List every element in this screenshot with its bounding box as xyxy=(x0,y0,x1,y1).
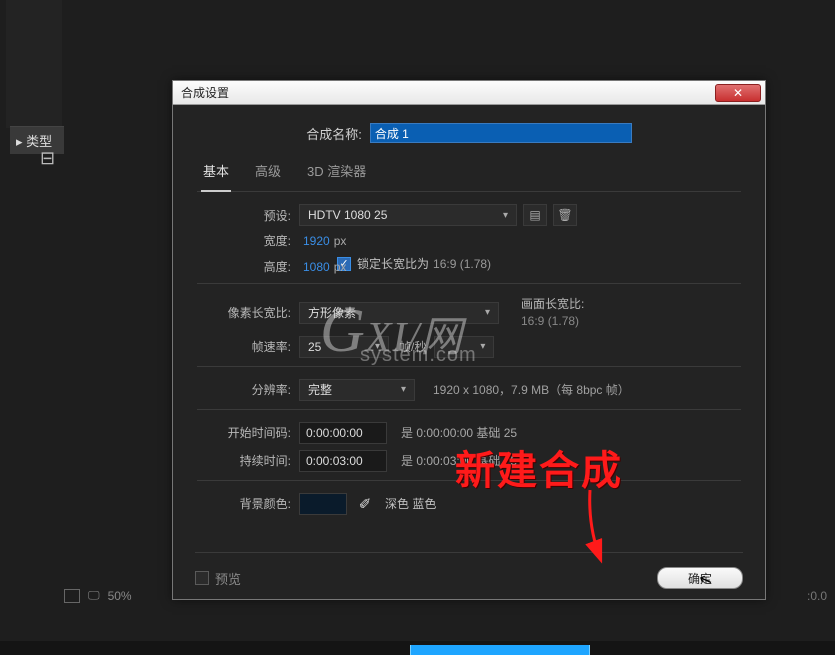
chevron-down-icon: ▾ xyxy=(480,341,485,352)
height-value[interactable]: 1080 xyxy=(303,260,330,274)
dialog-title: 合成设置 xyxy=(177,84,229,101)
column-header-type[interactable]: ▸ 类型 xyxy=(10,126,64,154)
resolution-info: 1920 x 1080，7.9 MB（每 8bpc 帧） xyxy=(433,381,630,398)
height-label: 高度: xyxy=(197,258,299,275)
comp-name-input[interactable] xyxy=(370,123,632,143)
preset-value: HDTV 1080 25 xyxy=(308,208,387,222)
lock-aspect-label: 锁定长宽比为 xyxy=(357,255,429,272)
frame-aspect-info: 画面长宽比: 16:9 (1.78) xyxy=(521,296,584,330)
chevron-down-icon: ▾ xyxy=(401,384,406,395)
lock-aspect-ratio: 16:9 (1.78) xyxy=(433,257,491,271)
resolution-select[interactable]: 完整 ▾ xyxy=(299,379,415,401)
pixel-aspect-select[interactable]: 方形像素 ▾ xyxy=(299,302,499,324)
start-timecode-label: 开始时间码: xyxy=(197,424,299,441)
composition-settings-dialog: 合成设置 ✕ 合成名称: 基本 高级 3D 渲染器 预设: HDTV 1080 … xyxy=(172,80,766,600)
close-icon: ✕ xyxy=(733,86,743,100)
dialog-titlebar[interactable]: 合成设置 ✕ xyxy=(173,81,765,105)
start-timecode-input[interactable] xyxy=(299,422,387,444)
height-unit: px xyxy=(334,260,347,274)
tab-advanced[interactable]: 高级 xyxy=(253,157,283,191)
trash-icon: 🗑 xyxy=(557,208,572,222)
chevron-down-icon: ▾ xyxy=(503,210,508,221)
fps-label: 帧速率: xyxy=(197,338,299,355)
preset-label: 预设: xyxy=(197,207,299,224)
preset-save-button[interactable]: ▤ xyxy=(523,204,547,226)
footer-bar: 🖵 50% xyxy=(64,588,132,603)
fps-unit: 帧/秒 xyxy=(399,338,426,355)
preview-checkbox-row: 预览 xyxy=(195,569,241,588)
tab-bar: 基本 高级 3D 渲染器 xyxy=(197,157,741,192)
fps-dropframe-select[interactable]: ▾ xyxy=(434,336,494,358)
cursor-icon: ↖ xyxy=(696,568,715,591)
bgcolor-name: 深色 蓝色 xyxy=(385,495,436,512)
preview-checkbox[interactable] xyxy=(195,571,209,585)
hierarchy-icon: ⊟ xyxy=(40,148,55,169)
par-label: 像素长宽比: xyxy=(197,304,299,321)
duration-input[interactable] xyxy=(299,450,387,472)
preview-label: 预览 xyxy=(215,569,241,588)
tab-3d-renderer[interactable]: 3D 渲染器 xyxy=(305,157,368,191)
annotation-text: 新建合成 xyxy=(455,438,623,496)
close-button[interactable]: ✕ xyxy=(715,84,761,102)
monitor-icon[interactable]: 🖵 xyxy=(88,588,100,603)
duration-label: 持续时间: xyxy=(197,452,299,469)
bgcolor-label: 背景颜色: xyxy=(197,495,299,512)
bgcolor-swatch[interactable] xyxy=(299,493,347,515)
fps-value: 25 xyxy=(308,340,321,354)
eyedropper-icon[interactable]: ✐ xyxy=(355,495,375,513)
resolution-label: 分辨率: xyxy=(197,381,299,398)
save-preset-icon: ▤ xyxy=(529,208,540,222)
comp-name-label: 合成名称: xyxy=(306,124,362,143)
tab-basic[interactable]: 基本 xyxy=(201,157,231,192)
ok-button[interactable]: 确定 ↖ xyxy=(657,567,743,589)
chevron-down-icon: ▾ xyxy=(485,307,490,318)
preset-select[interactable]: HDTV 1080 25 ▾ xyxy=(299,204,517,226)
resolution-value: 完整 xyxy=(308,381,332,398)
fps-select[interactable]: 25 ▾ xyxy=(299,336,389,358)
toggle-icon[interactable] xyxy=(64,589,80,603)
bg-panel xyxy=(6,0,62,128)
footer-right-value: :0.0 xyxy=(807,589,827,603)
preset-delete-button[interactable]: 🗑 xyxy=(553,204,577,226)
zoom-value[interactable]: 50% xyxy=(108,589,132,603)
chevron-down-icon: ▾ xyxy=(375,341,380,352)
width-unit: px xyxy=(334,234,347,248)
width-value[interactable]: 1920 xyxy=(303,234,330,248)
par-value: 方形像素 xyxy=(308,304,356,321)
timeline-workarea[interactable] xyxy=(410,645,590,655)
width-label: 宽度: xyxy=(197,232,299,249)
